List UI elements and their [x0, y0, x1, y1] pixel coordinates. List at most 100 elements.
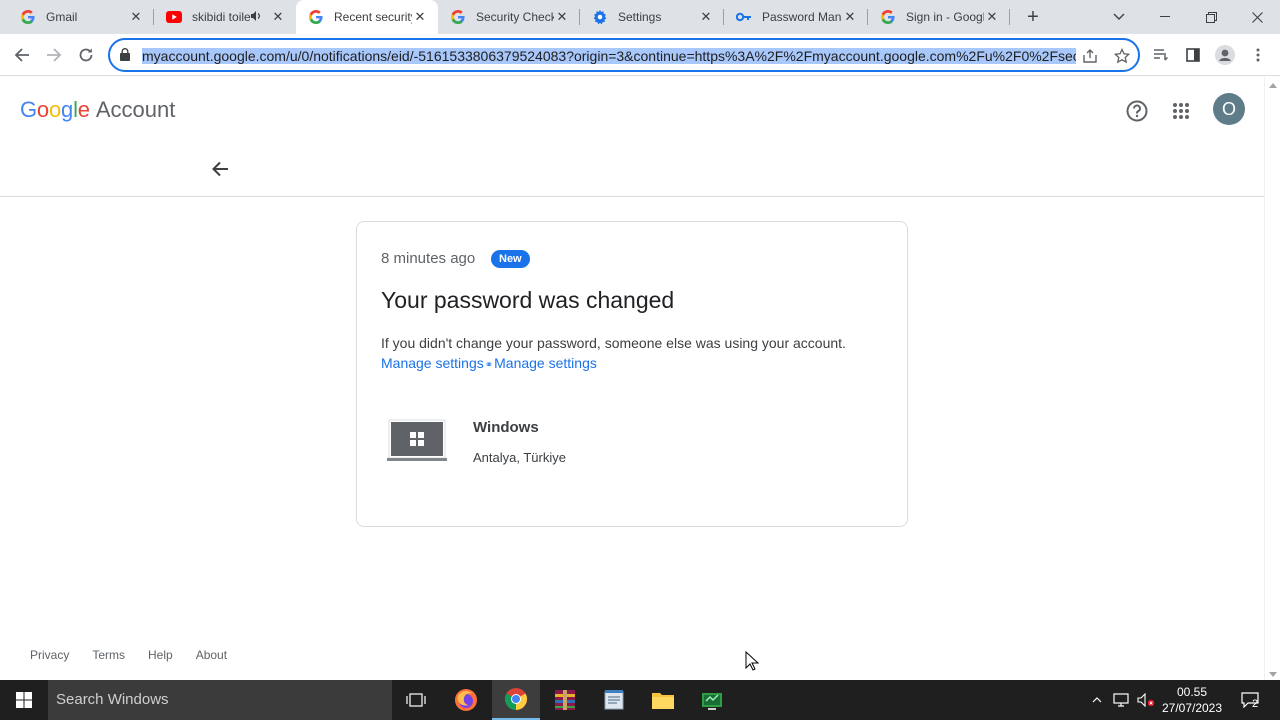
google-g-icon: [880, 9, 896, 25]
volume-muted-icon[interactable]: [1134, 680, 1158, 720]
address-bar[interactable]: myaccount.google.com/u/0/notifications/e…: [108, 38, 1140, 72]
manage-settings-link[interactable]: Manage settings: [494, 355, 597, 371]
tab-title: Settings: [618, 10, 662, 24]
tab-search-button[interactable]: [1096, 0, 1142, 34]
help-icon[interactable]: [1121, 95, 1153, 127]
winrar-icon: [555, 690, 575, 710]
avatar[interactable]: O: [1213, 93, 1245, 125]
tab-title: Security Checkup: [476, 10, 554, 24]
google-g-icon: [450, 9, 466, 25]
google-account-logo[interactable]: Google Account: [20, 97, 175, 123]
tab-title: Recent security activity: [334, 10, 412, 24]
profile-icon[interactable]: [1214, 44, 1236, 66]
mouse-cursor-icon: [745, 650, 760, 676]
bookmark-star-icon[interactable]: [1112, 46, 1132, 66]
google-logo-text: Google: [20, 97, 90, 122]
tab-security-checkup[interactable]: Security Checkup ✕: [438, 0, 580, 34]
network-icon[interactable]: [1110, 680, 1132, 720]
lock-icon[interactable]: [120, 48, 130, 66]
winrar-app[interactable]: [541, 680, 589, 720]
tab-settings[interactable]: Settings ✕: [580, 0, 724, 34]
notification-description: If you didn't change your password, some…: [381, 335, 846, 351]
new-tab-button[interactable]: +: [1022, 6, 1044, 28]
page-scrollbar[interactable]: [1264, 77, 1280, 680]
google-g-icon: [20, 9, 36, 25]
scroll-up-arrow-icon[interactable]: [1269, 83, 1277, 88]
tab-strip: Gmail ✕ skibidi toilet ✕ Recent security…: [0, 0, 1280, 34]
taskbar-search-box[interactable]: Search Windows: [48, 680, 392, 720]
file-explorer-app[interactable]: [639, 680, 687, 720]
reading-list-icon[interactable]: [1150, 44, 1172, 66]
close-tab-icon[interactable]: ✕: [412, 9, 428, 25]
windows-taskbar: Search Windows 00.55 27/07/2023 2: [0, 680, 1280, 720]
terms-link[interactable]: Terms: [92, 648, 125, 662]
monitor-app[interactable]: [688, 680, 736, 720]
clock-time: 00.55: [1176, 685, 1208, 699]
windows-start-button[interactable]: [0, 680, 48, 720]
device-name: Windows: [473, 419, 539, 436]
close-tab-icon[interactable]: ✕: [698, 9, 714, 25]
tab-password-manager[interactable]: Password Manager ✕: [724, 0, 868, 34]
help-link[interactable]: Help: [148, 648, 173, 662]
page-back-button[interactable]: [206, 155, 234, 183]
about-link[interactable]: About: [196, 648, 227, 662]
notification-headline: Your password was changed: [381, 287, 675, 313]
reload-icon: [79, 48, 93, 62]
firefox-app[interactable]: [442, 680, 490, 720]
apps-grid-icon[interactable]: [1165, 95, 1197, 127]
tab-skibidi[interactable]: skibidi toilet ✕: [154, 0, 296, 34]
notepad-icon: [604, 690, 624, 710]
scroll-down-arrow-icon[interactable]: [1269, 672, 1277, 677]
chrome-app[interactable]: [492, 680, 540, 720]
audio-playing-icon[interactable]: [250, 10, 262, 25]
chrome-icon: [505, 688, 527, 710]
show-hidden-icons-chevron-icon[interactable]: [1088, 680, 1106, 720]
firefox-icon: [455, 689, 477, 711]
tab-sign-in[interactable]: Sign in - Google Accounts ✕: [868, 0, 1010, 34]
close-tab-icon[interactable]: ✕: [842, 9, 858, 25]
action-center-button[interactable]: 2: [1236, 680, 1264, 720]
tab-separator: [1009, 9, 1010, 25]
close-tab-icon[interactable]: ✕: [554, 9, 570, 25]
close-window-button[interactable]: [1234, 0, 1280, 34]
tab-gmail[interactable]: Gmail ✕: [8, 0, 154, 34]
manage-settings-link[interactable]: Manage settings: [381, 355, 484, 371]
minimize-button[interactable]: [1142, 0, 1188, 34]
taskbar-clock[interactable]: 00.55 27/07/2023: [1156, 684, 1228, 716]
kebab-menu-icon[interactable]: [1247, 44, 1269, 66]
tab-title: Password Manager: [762, 10, 842, 24]
new-badge: New: [491, 250, 530, 268]
forward-button[interactable]: [41, 42, 67, 68]
notification-count-badge: 2: [1252, 698, 1259, 710]
youtube-icon: [166, 9, 182, 25]
close-tab-icon[interactable]: ✕: [128, 9, 144, 25]
back-button[interactable]: [9, 42, 35, 68]
share-icon[interactable]: [1080, 46, 1100, 66]
windows-logo-icon: [16, 692, 32, 708]
tab-recent-security[interactable]: Recent security activity ✕: [296, 0, 438, 34]
close-tab-icon[interactable]: ✕: [984, 9, 1000, 25]
notification-card: 8 minutes ago New Your password was chan…: [356, 221, 908, 527]
notepad-app[interactable]: [590, 680, 638, 720]
close-tab-icon[interactable]: ✕: [270, 9, 286, 25]
key-icon: [736, 9, 752, 25]
tab-title: Sign in - Google Accounts: [906, 10, 984, 24]
restore-button[interactable]: [1188, 0, 1234, 34]
reload-button[interactable]: [73, 42, 99, 68]
monitor-app-icon: [702, 693, 722, 710]
task-view-icon: [406, 693, 426, 707]
account-logo-text: Account: [95, 97, 176, 122]
task-view-button[interactable]: [392, 680, 440, 720]
side-panel-icon[interactable]: [1182, 44, 1204, 66]
privacy-link[interactable]: Privacy: [30, 648, 69, 662]
back-row: [0, 140, 1264, 197]
link-icon: ⚭: [484, 360, 494, 371]
url-text[interactable]: myaccount.google.com/u/0/notifications/e…: [142, 47, 1076, 65]
device-location: Antalya, Türkiye: [473, 450, 566, 465]
page-content: Google Account O 8 minutes ago New Your …: [0, 77, 1264, 680]
arrow-left-icon: [14, 48, 29, 62]
footer-links: Privacy Terms Help About: [30, 648, 227, 662]
tab-title: Gmail: [46, 10, 78, 24]
laptop-icon: [387, 418, 447, 464]
clock-date: 27/07/2023: [1161, 701, 1223, 715]
